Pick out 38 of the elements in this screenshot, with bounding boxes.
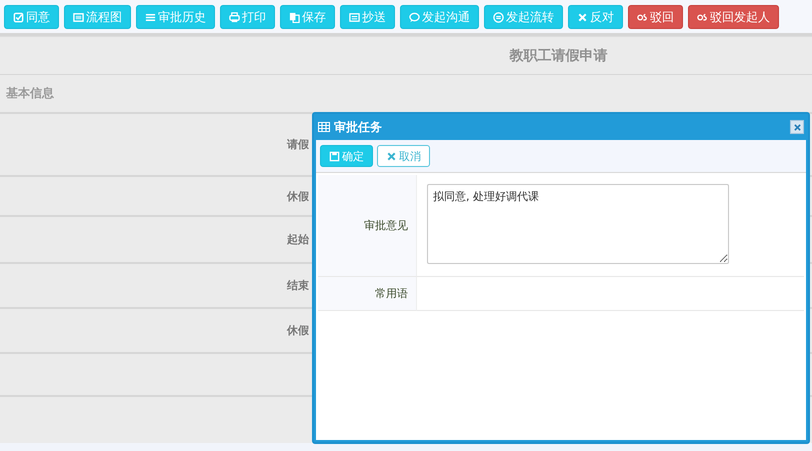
field-label: 休假 xyxy=(287,188,309,204)
field-label: 结束 xyxy=(287,278,309,293)
field-label: 常用语 xyxy=(375,286,408,301)
close-button[interactable] xyxy=(790,120,804,134)
toolbar-button[interactable]: 保存 xyxy=(280,5,335,29)
field-label: 休假 xyxy=(287,323,309,338)
toolbar-button[interactable]: 同意 xyxy=(4,5,59,29)
list-icon xyxy=(145,12,156,22)
toolbar-button[interactable]: 审批历史 xyxy=(136,5,215,29)
comment-field[interactable]: 拟同意, 处理好调代课 xyxy=(427,184,729,264)
save-icon xyxy=(329,150,340,162)
toolbar-button[interactable]: 驳回发起人 xyxy=(688,5,779,29)
circle-icon xyxy=(493,12,504,22)
field-label: 审批意见 xyxy=(364,218,408,233)
form-title: 教职工请假申请 xyxy=(510,46,608,64)
dialog-title: 审批任务 xyxy=(334,118,383,136)
section-heading: 基本信息 xyxy=(6,85,54,102)
chat-icon xyxy=(409,12,420,22)
toolbar-button[interactable]: 发起沟通 xyxy=(400,5,479,29)
checkbox-icon xyxy=(13,12,24,22)
toolbar-button[interactable]: 流程图 xyxy=(64,5,131,29)
close-icon xyxy=(386,150,397,162)
copy-icon xyxy=(289,12,300,22)
field-label: 起始 xyxy=(287,232,309,247)
close-icon xyxy=(577,12,588,22)
image-icon xyxy=(73,12,84,22)
card-icon xyxy=(349,12,360,22)
grid-icon xyxy=(318,121,330,133)
toolbar-button[interactable]: 反对 xyxy=(568,5,623,29)
close-icon xyxy=(792,122,802,132)
toolbar-button[interactable]: 驳回 xyxy=(628,5,683,29)
toolbar-button[interactable]: 抄送 xyxy=(340,5,395,29)
field-label: 请假 xyxy=(287,137,309,152)
toolbar-button[interactable]: 发起流转 xyxy=(484,5,563,29)
toolbar-button[interactable]: 打印 xyxy=(220,5,275,29)
print-icon xyxy=(229,12,240,22)
cancel-button[interactable]: 取消 xyxy=(377,145,430,167)
confirm-button[interactable]: 确定 xyxy=(320,145,373,167)
